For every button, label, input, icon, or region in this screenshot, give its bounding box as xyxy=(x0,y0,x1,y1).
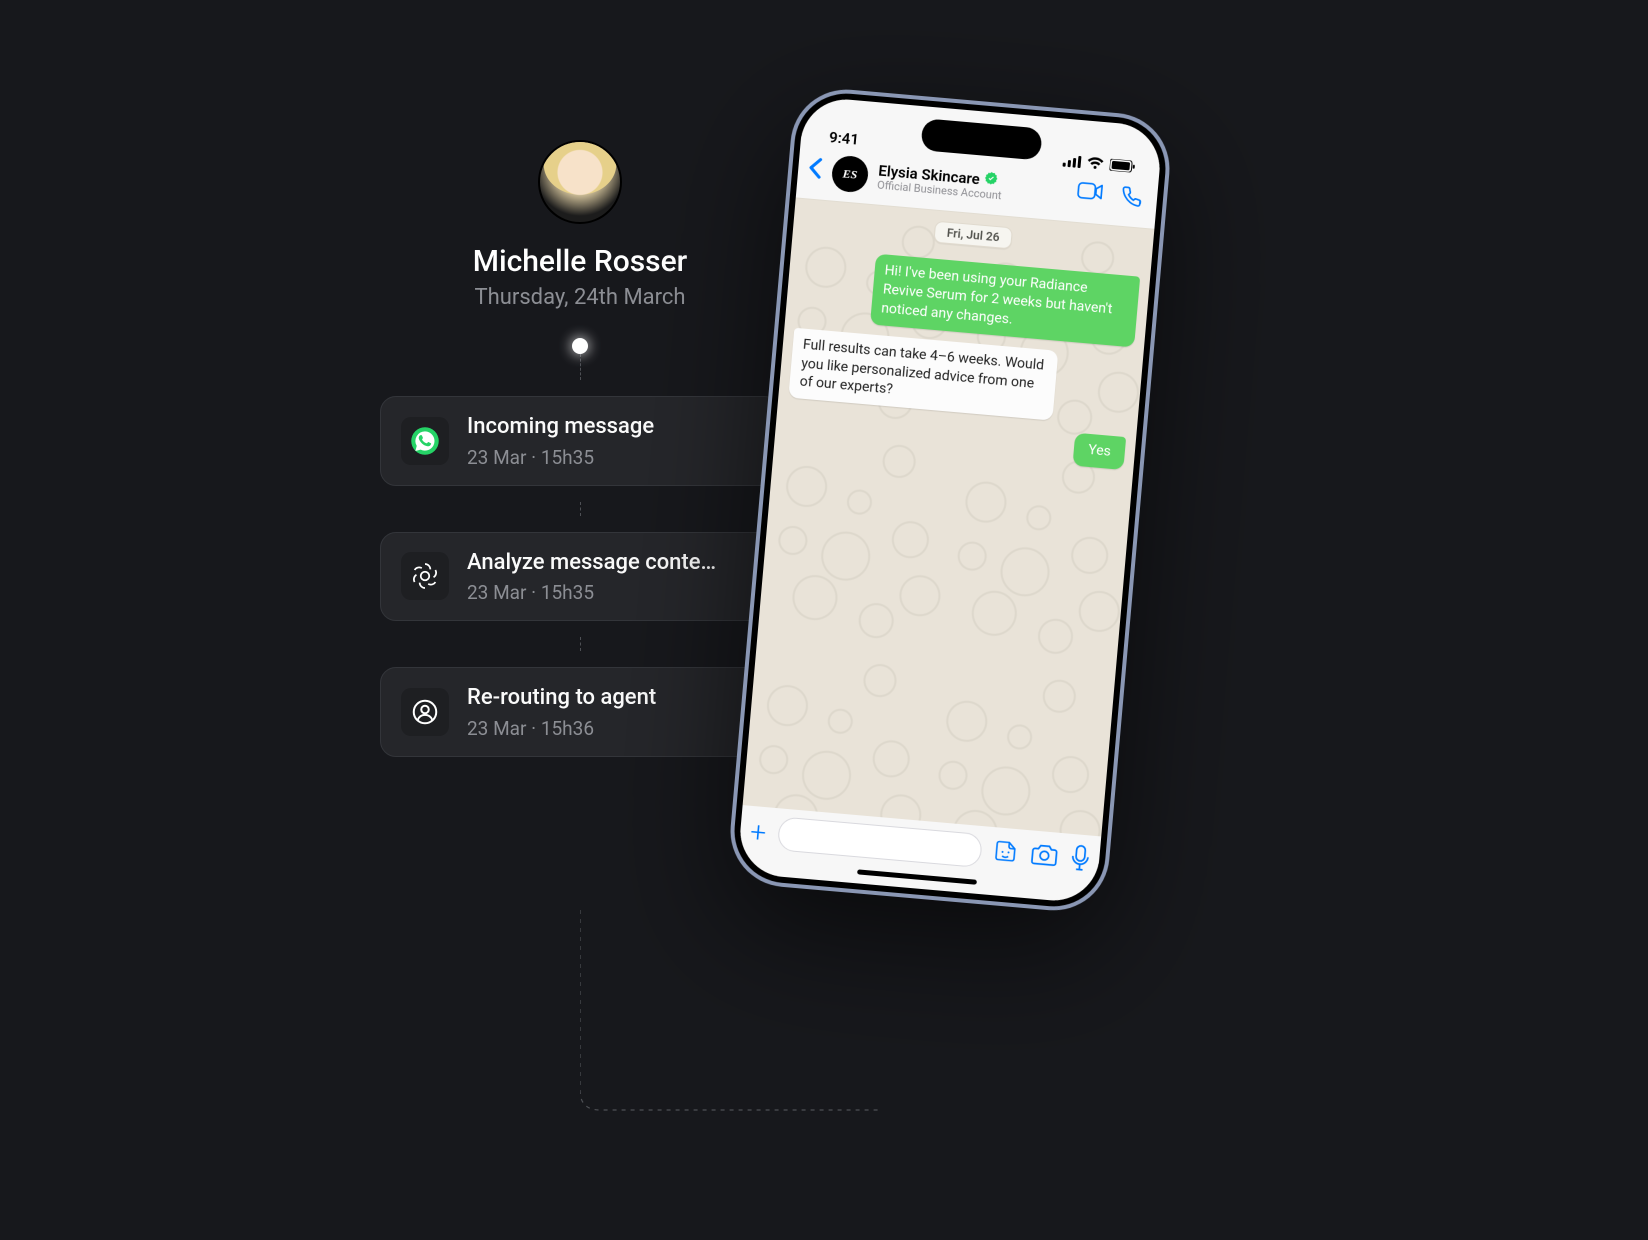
phone-mockup: 9:41 ES Elysia Skincare xyxy=(726,85,1174,915)
timeline-card-title: Analyze message conte… xyxy=(467,549,716,578)
mic-icon[interactable] xyxy=(1070,844,1091,875)
chat-body[interactable]: Fri, Jul 26 Hi! I've been using your Rad… xyxy=(743,198,1155,836)
contact-avatar[interactable]: ES xyxy=(831,155,870,194)
person-name: Michelle Rosser xyxy=(473,244,688,279)
voice-call-icon[interactable] xyxy=(1120,185,1144,213)
timeline-card-analyze[interactable]: Analyze message conte… 23 Mar · 15h35 xyxy=(380,532,780,622)
timeline-card-sub: 23 Mar · 15h36 xyxy=(467,717,656,740)
status-time: 9:41 xyxy=(828,128,859,149)
chat-date-label: Fri, Jul 26 xyxy=(933,221,1013,250)
wifi-icon xyxy=(1086,157,1104,170)
timeline-connector xyxy=(580,354,581,380)
signal-icon xyxy=(1062,155,1081,169)
timeline-connector xyxy=(580,502,581,516)
timeline-card-sub: 23 Mar · 15h35 xyxy=(467,446,654,469)
timeline-dot xyxy=(572,338,588,354)
chat-bubble-in[interactable]: Full results can take 4–6 weeks. Would y… xyxy=(788,327,1058,421)
connector-to-phone xyxy=(580,910,900,1210)
sticker-icon[interactable] xyxy=(992,838,1018,868)
timeline-card-incoming[interactable]: Incoming message 23 Mar · 15h35 xyxy=(380,396,780,486)
battery-icon xyxy=(1109,159,1136,173)
timeline-cards: Incoming message 23 Mar · 15h35 Analyze … xyxy=(380,380,780,773)
agent-icon xyxy=(401,688,449,736)
timeline-panel: Michelle Rosser Thursday, 24th March Inc… xyxy=(380,140,780,773)
timeline-connector xyxy=(580,637,581,651)
timeline-card-title: Incoming message xyxy=(467,413,654,442)
contact-info[interactable]: Elysia Skincare Official Business Accoun… xyxy=(877,162,1069,208)
person-date: Thursday, 24th March xyxy=(475,285,686,310)
camera-icon[interactable] xyxy=(1030,842,1058,870)
chat-bubble-out[interactable]: Hi! I've been using your Radiance Revive… xyxy=(870,254,1140,348)
avatar xyxy=(538,140,622,224)
timeline-card-sub: 23 Mar · 15h35 xyxy=(467,581,716,604)
timeline-card-title: Re-routing to agent xyxy=(467,684,656,713)
video-call-icon[interactable] xyxy=(1076,181,1104,209)
back-icon[interactable] xyxy=(807,155,824,186)
whatsapp-icon xyxy=(401,417,449,465)
chat-bubble-out[interactable]: Yes xyxy=(1073,433,1126,470)
verified-icon xyxy=(983,171,998,190)
openai-icon xyxy=(401,552,449,600)
attach-icon[interactable]: + xyxy=(749,814,768,848)
timeline-card-routing[interactable]: Re-routing to agent 23 Mar · 15h36 xyxy=(380,667,780,757)
